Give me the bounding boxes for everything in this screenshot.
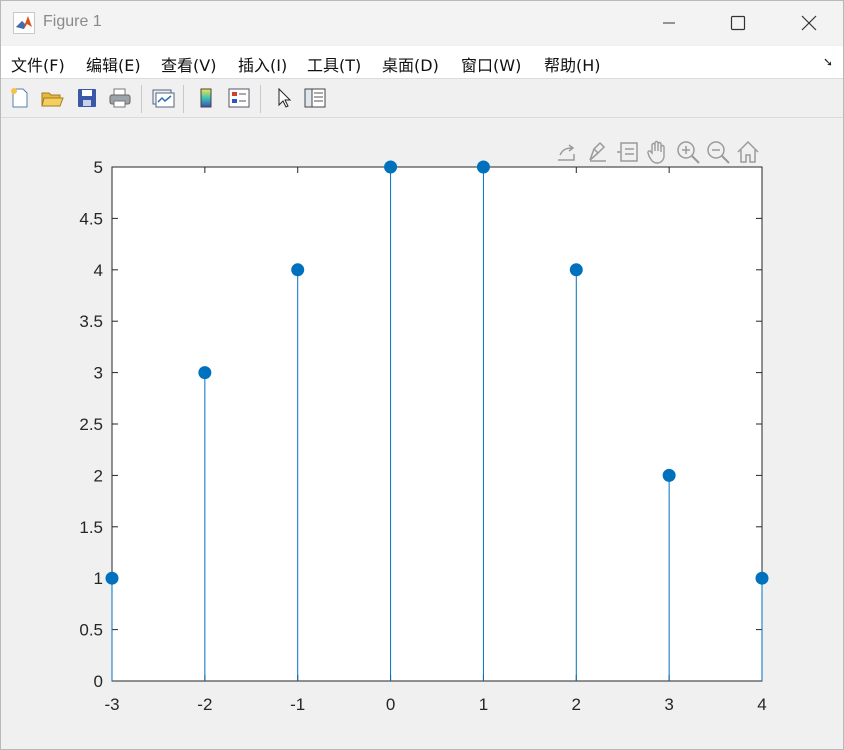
y-tick-label: 0: [94, 672, 103, 691]
figure-window: Figure 1 文件(F) 编辑(E) 查看(V) 插入(I) 工具(T) 桌…: [0, 0, 844, 750]
stem-marker[interactable]: [384, 160, 398, 174]
y-tick-label: 3.5: [79, 312, 103, 331]
stem-marker[interactable]: [198, 366, 212, 380]
axes-area[interactable]: [111, 166, 763, 682]
y-tick-label: 0.5: [79, 621, 103, 640]
stem-marker[interactable]: [569, 263, 583, 277]
y-tick-label: 2: [94, 466, 103, 485]
stem-marker[interactable]: [755, 571, 769, 585]
y-tick-label: 1: [94, 569, 103, 588]
stem-marker[interactable]: [476, 160, 490, 174]
x-tick-label: -1: [290, 695, 305, 714]
x-tick-label: -3: [104, 695, 119, 714]
x-tick-label: -2: [197, 695, 212, 714]
x-tick-label: 0: [386, 695, 395, 714]
x-tick-label: 1: [479, 695, 488, 714]
x-tick-label: 2: [572, 695, 581, 714]
x-tick-label: 4: [757, 695, 766, 714]
y-tick-label: 3: [94, 364, 103, 383]
x-tick-label: 3: [664, 695, 673, 714]
y-tick-label: 1.5: [79, 518, 103, 537]
y-tick-label: 4: [94, 261, 103, 280]
stem-marker[interactable]: [291, 263, 305, 277]
stem-plot[interactable]: 0 0.5 1 1.5 2 2.5 3 3.5 4 4.5 5 -3 -2 -1 0 1 2 3 4: [1, 1, 843, 749]
stem-marker[interactable]: [662, 468, 676, 482]
y-tick-label: 2.5: [79, 415, 103, 434]
stem-marker[interactable]: [105, 571, 119, 585]
y-tick-label: 4.5: [79, 209, 103, 228]
y-tick-label: 5: [94, 158, 103, 177]
